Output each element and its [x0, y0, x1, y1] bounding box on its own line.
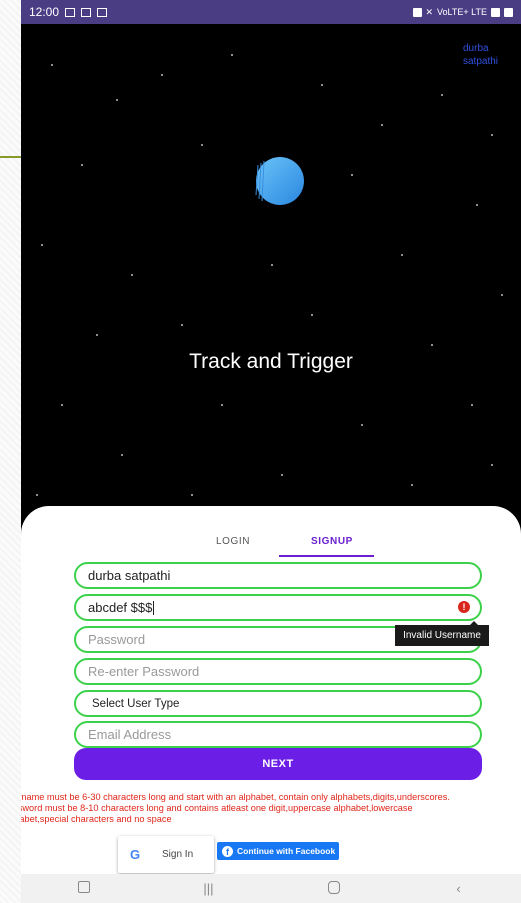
cast-notification-icon [81, 7, 92, 17]
facebook-login-label: Continue with Facebook [237, 846, 336, 856]
tab-login[interactable]: LOGIN [216, 536, 250, 547]
user-type-value: Select User Type [92, 697, 180, 710]
reenter-password-placeholder: Re-enter Password [88, 664, 200, 679]
reenter-password-field[interactable]: Re-enter Password [74, 658, 482, 685]
recents-icon[interactable]: ||| [189, 881, 229, 896]
phone-screen: 12:00 ✕ VoLTE+ LTE durba satpathi Track … [21, 0, 521, 903]
status-time: 12:00 [29, 5, 60, 19]
signal-icon [491, 7, 500, 17]
error-tooltip: Invalid Username [395, 621, 489, 646]
password-rule-text-cont: alphabet,special characters and no space [21, 814, 172, 824]
user-name-label: durba satpathi [463, 43, 499, 67]
mute-icon: ✕ [425, 6, 434, 17]
facebook-login-button[interactable]: f Continue with Facebook [217, 842, 339, 860]
gallery-notification-icon [65, 7, 76, 17]
email-placeholder: Email Address [88, 727, 172, 742]
username-value: abcdef $$$ [88, 600, 153, 615]
system-nav-bar: ||| ‹ [21, 874, 521, 903]
password-placeholder: Password [88, 632, 146, 647]
username-rule-text: Username must be 6-30 characters long an… [21, 792, 450, 802]
tab-signup[interactable]: SIGNUP [311, 536, 353, 547]
auth-tabs: LOGIN SIGNUP [21, 536, 521, 560]
tab-active-indicator [279, 555, 374, 557]
error-icon: ! [458, 601, 470, 613]
home-icon[interactable] [314, 880, 354, 897]
password-rule-text: Password must be 8-10 characters long an… [21, 803, 413, 813]
name-value: durba satpathi [88, 568, 171, 583]
next-button[interactable]: NEXT [74, 748, 482, 780]
mail-notification-icon [97, 7, 108, 17]
alarm-icon [412, 7, 422, 17]
keyboard-icon[interactable] [64, 881, 104, 896]
app-title: Track and Trigger [189, 350, 353, 373]
name-field[interactable]: durba satpathi [74, 562, 482, 589]
back-icon[interactable]: ‹ [439, 881, 479, 896]
battery-icon [504, 7, 513, 17]
google-sign-in-button[interactable]: G Sign In [118, 836, 214, 873]
google-icon: G [129, 847, 141, 862]
user-type-select[interactable]: Select User Type [74, 690, 482, 717]
facebook-icon: f [222, 845, 233, 857]
tooltip-notch [469, 621, 479, 626]
google-sign-in-label: Sign In [162, 849, 194, 860]
status-bar: 12:00 ✕ VoLTE+ LTE [21, 0, 521, 24]
network-label: VoLTE+ LTE [437, 7, 487, 17]
text-caret [153, 600, 155, 615]
error-tooltip-text: Invalid Username [403, 630, 481, 641]
starfield-background [21, 24, 521, 544]
validation-rules: Username must be 6-30 characters long an… [21, 792, 521, 825]
app-logo-icon [255, 157, 304, 205]
username-field[interactable]: abcdef $$$ ! [74, 594, 482, 621]
email-field[interactable]: Email Address [74, 721, 482, 748]
